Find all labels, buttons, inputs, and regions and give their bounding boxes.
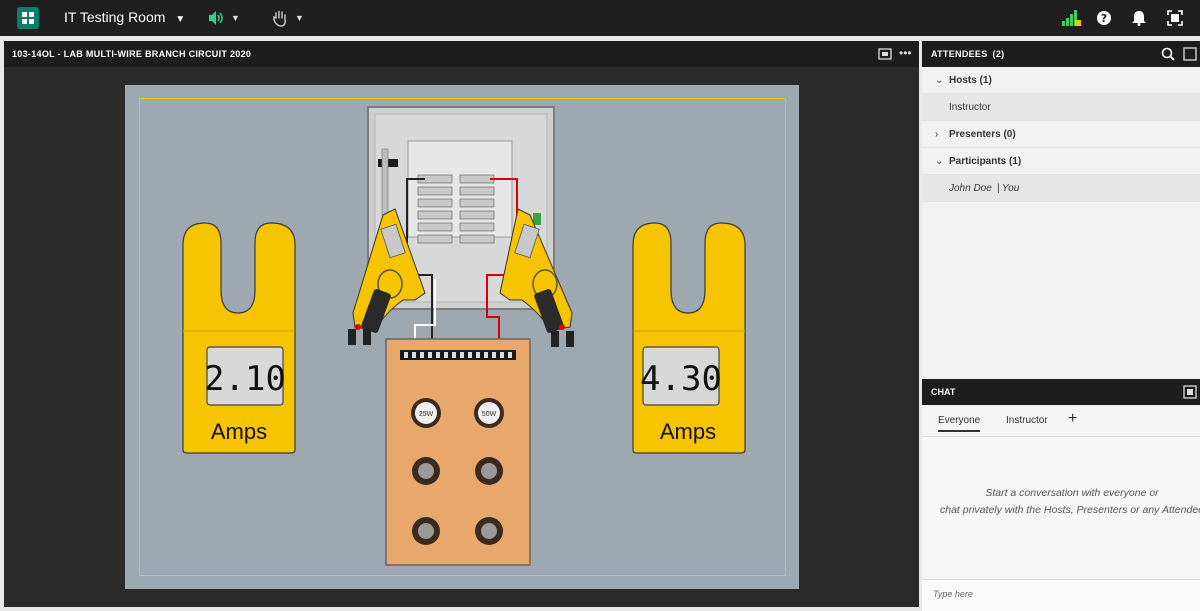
speaker-menu[interactable]: ▼ [207,8,240,28]
participants-label: Participants (1) [949,155,1022,167]
lab-circuit-diagram: 2.10 Amps 4.30 Amps 25W 50W [182,106,746,566]
fullscreen-icon[interactable] [1167,8,1183,28]
bulb-2-label: 50W [482,411,497,418]
hand-raise-icon [273,10,286,27]
hosts-group[interactable]: ⌄ Hosts (1) [922,67,1200,94]
pod-maximize-icon[interactable] [1183,47,1197,61]
pod-title: 103-14OL - LAB MULTI-WIRE BRANCH CIRCUIT… [12,49,252,59]
help-icon[interactable]: ? [1096,8,1112,28]
presenters-group[interactable]: › Presenters (0) [922,121,1200,148]
attendees-title: ATTENDEES [931,49,988,59]
left-meter-reading: 2.10 [204,359,286,399]
search-icon[interactable] [1161,47,1175,61]
pod-maximize-icon[interactable] [878,48,892,63]
bell-icon[interactable] [1131,8,1147,28]
chevron-down-icon: ▼ [175,14,186,25]
room-title-menu[interactable]: IT Testing Room ▼ [64,9,185,25]
chat-input-placeholder: Type here [933,589,973,599]
signal-icon[interactable] [1061,8,1081,28]
tab-everyone[interactable]: Everyone [938,415,981,432]
presenters-label: Presenters (0) [949,128,1016,140]
pod-more-options-icon[interactable]: ••• [899,46,912,60]
attendees-count: (2) [992,49,1005,59]
chevron-down-icon: ▼ [231,13,240,23]
chat-empty-line-1: Start a conversation with everyone or [985,487,1159,499]
chevron-down-icon: ⌄ [935,155,944,167]
chat-empty-state: Start a conversation with everyone or ch… [922,485,1200,519]
chat-input[interactable]: Type here [922,579,1200,611]
chat-empty-line-2: chat privately with the Hosts, Presenter… [940,504,1200,516]
chevron-down-icon: ▼ [295,13,304,23]
lamp-board[interactable] [385,338,531,566]
share-pod: 103-14OL - LAB MULTI-WIRE BRANCH CIRCUIT… [4,41,919,607]
participant-name: John Doe [949,182,992,194]
speaker-icon [209,11,223,25]
participant-you-label: | You [996,182,1020,194]
attendees-header: ATTENDEES (2) [922,41,1200,67]
lab-stage: 2.10 Amps 4.30 Amps 25W 50W [125,85,799,589]
chevron-right-icon: › [935,128,939,140]
hosts-label: Hosts (1) [949,74,992,86]
app-logo-icon[interactable] [17,7,39,29]
side-panel: ATTENDEES (2) ⌄ Hosts (1) Instructor › P… [922,41,1200,611]
left-meter-unit: Amps [211,419,267,444]
host-instructor[interactable]: Instructor [922,94,1200,121]
pod-maximize-icon[interactable] [1183,385,1197,399]
pod-header: 103-14OL - LAB MULTI-WIRE BRANCH CIRCUIT… [4,41,919,67]
participants-group[interactable]: ⌄ Participants (1) [922,148,1200,175]
chat-header: CHAT [922,379,1200,405]
chat-title: CHAT [931,387,956,397]
chevron-down-icon: ⌄ [935,74,944,86]
host-name: Instructor [949,101,991,113]
right-meter-reading: 4.30 [640,359,722,399]
chat-tabs: Everyone Instructor + [922,405,1200,437]
right-meter-unit: Amps [660,419,716,444]
top-bar: IT Testing Room ▼ ▼ ▼ ? [0,0,1200,36]
room-title: IT Testing Room [64,9,166,25]
hand-raise-menu[interactable]: ▼ [271,8,304,28]
participant-john-doe[interactable]: John Doe | You [922,175,1200,202]
bulb-1-label: 25W [419,411,434,418]
chat-messages: Start a conversation with everyone or ch… [922,437,1200,579]
add-tab-button[interactable]: + [1068,410,1077,428]
svg-text:?: ? [1101,12,1107,25]
tab-instructor[interactable]: Instructor [1006,415,1048,426]
